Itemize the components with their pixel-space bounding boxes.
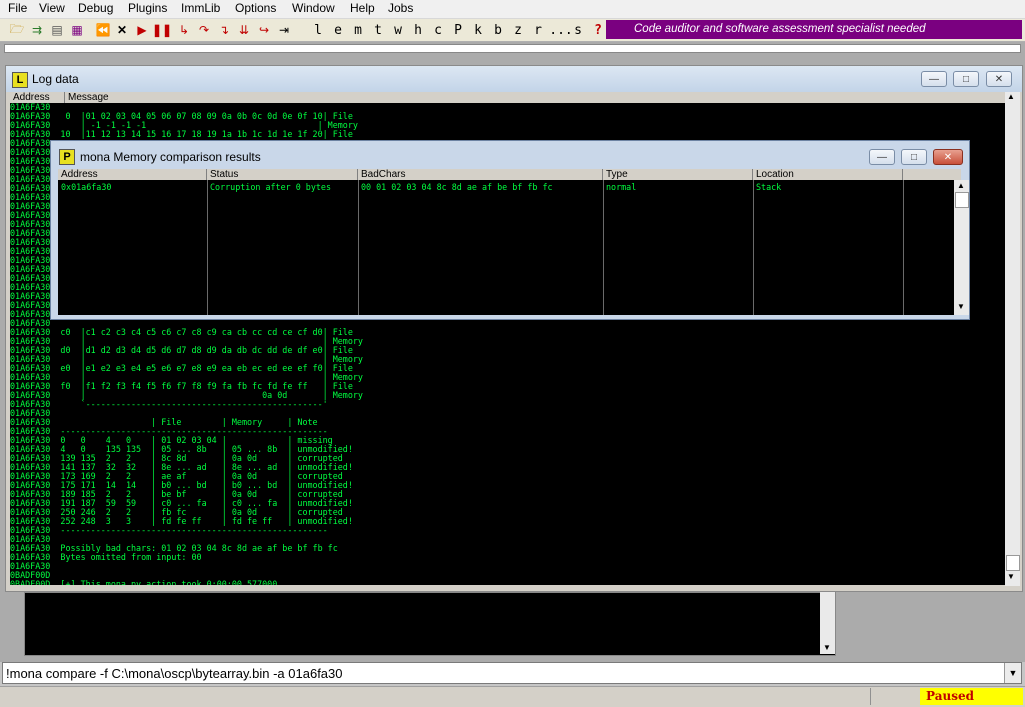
open-folder-icon[interactable]: 🗁 (8, 21, 26, 39)
scroll-down-icon[interactable]: ▼ (957, 302, 965, 311)
log-window-icon: L (12, 72, 28, 88)
log-window-titlebar[interactable]: L Log data — □ ✕ (6, 66, 1022, 92)
col-divider (207, 180, 359, 315)
col-status[interactable]: Status (207, 169, 358, 180)
toolbar-references-button[interactable]: r (531, 21, 545, 39)
restart-icon[interactable]: ⇉ (28, 21, 46, 39)
step-into-icon[interactable]: ↳ (176, 21, 192, 39)
cell-address: 0x01a6fa30 (61, 182, 112, 192)
toolbar-memory-button[interactable]: m (351, 21, 365, 39)
menu-file[interactable]: File (8, 1, 27, 15)
col-divider (603, 180, 754, 315)
menu-jobs[interactable]: Jobs (388, 1, 413, 15)
mona-window-title: mona Memory comparison results (80, 150, 261, 164)
chevron-down-icon[interactable]: ▼ (1004, 663, 1021, 683)
status-badge: Paused (920, 688, 1023, 705)
menu-window[interactable]: Window (292, 1, 335, 15)
promo-banner[interactable]: Code auditor and software assessment spe… (606, 20, 1022, 39)
toolbar-source-button[interactable]: s (571, 21, 585, 39)
col-divider (58, 180, 208, 315)
mona-maximize-button[interactable]: □ (901, 149, 927, 165)
log-scrollbar[interactable]: ▲ ▼ (1005, 92, 1020, 586)
step-over-icon[interactable]: ↷ (196, 21, 212, 39)
trace-over-icon[interactable]: ⇊ (236, 21, 252, 39)
toolbar-threads-button[interactable]: t (371, 21, 385, 39)
trace-into-icon[interactable]: ↴ (216, 21, 232, 39)
toolbar-windows-button[interactable]: w (391, 21, 405, 39)
toolbar-handles-button[interactable]: h (411, 21, 425, 39)
col-badchars[interactable]: BadChars (358, 169, 603, 180)
menu-plugins[interactable]: Plugins (128, 1, 167, 15)
toolbar-breakpoints-button[interactable]: b (491, 21, 505, 39)
mona-close-button[interactable]: ✕ (933, 149, 963, 165)
cell-type: normal (606, 182, 637, 192)
cell-status: Corruption after 0 bytes (210, 182, 332, 192)
scroll-up-icon[interactable]: ▲ (957, 181, 965, 190)
mona-table-header: Address Status BadChars Type Location (58, 169, 961, 180)
toolbar-cpu-button[interactable]: c (431, 21, 445, 39)
lower-pane[interactable] (24, 592, 836, 656)
scroll-thumb[interactable] (1006, 555, 1020, 571)
cpu-window-strip (4, 44, 1021, 53)
col-divider (358, 180, 604, 315)
log-col-address[interactable]: Address (13, 92, 50, 103)
stop-icon[interactable]: ✕ (114, 21, 130, 39)
run-icon[interactable]: ▶ (134, 21, 150, 39)
scroll-up-icon[interactable]: ▲ (1007, 92, 1015, 101)
scroll-thumb[interactable] (955, 192, 969, 208)
menu-immlib[interactable]: ImmLib (181, 1, 220, 15)
menu-bar: File View Debug Plugins ImmLib Options W… (0, 0, 1025, 19)
col-type[interactable]: Type (603, 169, 753, 180)
log-window-title: Log data (32, 72, 79, 86)
goto-icon[interactable]: ⇥ (276, 21, 292, 39)
scroll-down-icon[interactable]: ▼ (1007, 572, 1015, 581)
toolbar-help-button[interactable]: ? (591, 21, 605, 39)
col-location[interactable]: Location (753, 169, 903, 180)
menu-debug[interactable]: Debug (78, 1, 113, 15)
mona-results-table: Address Status BadChars Type Location 0x… (58, 169, 969, 315)
scroll-down-icon[interactable]: ▼ (823, 643, 831, 652)
col-address[interactable]: Address (58, 169, 207, 180)
rewind-icon[interactable]: ⏪ (94, 21, 112, 39)
toolbar-more-button[interactable]: ... (549, 21, 572, 39)
mona-minimize-button[interactable]: — (869, 149, 895, 165)
cell-badchars: 00 01 02 03 04 8c 8d ae af be bf fb fc (361, 182, 553, 192)
log-close-button[interactable]: ✕ (986, 71, 1012, 87)
toolbar-z-button[interactable]: z (511, 21, 525, 39)
log-maximize-button[interactable]: □ (953, 71, 979, 87)
command-input[interactable]: !mona compare -f C:\mona\oscp\bytearray.… (6, 666, 343, 681)
status-divider (870, 688, 919, 705)
close-file-icon[interactable]: ▤ (48, 21, 66, 39)
toolbar-modules-button[interactable]: e (331, 21, 345, 39)
menu-help[interactable]: Help (350, 1, 375, 15)
command-bar[interactable]: !mona compare -f C:\mona\oscp\bytearray.… (2, 662, 1022, 684)
menu-view[interactable]: View (39, 1, 65, 15)
status-bar: Paused (0, 686, 1025, 707)
mona-window-icon: P (59, 149, 75, 165)
col-divider (753, 180, 904, 315)
mona-scrollbar[interactable]: ▲ ▼ (954, 180, 969, 315)
lower-pane-scrollbar[interactable]: ▼ (820, 592, 835, 654)
toolbar: 🗁 ⇉ ▤ ▦ ⏪ ✕ ▶ ❚❚ ↳ ↷ ↴ ⇊ ↪ ⇥ l e m t w h… (0, 19, 1025, 42)
log-minimize-button[interactable]: — (921, 71, 947, 87)
cell-location: Stack (756, 182, 782, 192)
toolbar-log-button[interactable]: l (311, 21, 325, 39)
menu-options[interactable]: Options (235, 1, 276, 15)
toolbar-callstack-button[interactable]: k (471, 21, 485, 39)
mona-results-window: P mona Memory comparison results — □ ✕ A… (50, 140, 970, 320)
attach-icon[interactable]: ▦ (68, 21, 86, 39)
toolbar-patches-button[interactable]: P (451, 21, 465, 39)
execute-till-return-icon[interactable]: ↪ (256, 21, 272, 39)
log-col-message[interactable]: Message (64, 92, 109, 103)
pause-icon[interactable]: ❚❚ (152, 21, 172, 39)
